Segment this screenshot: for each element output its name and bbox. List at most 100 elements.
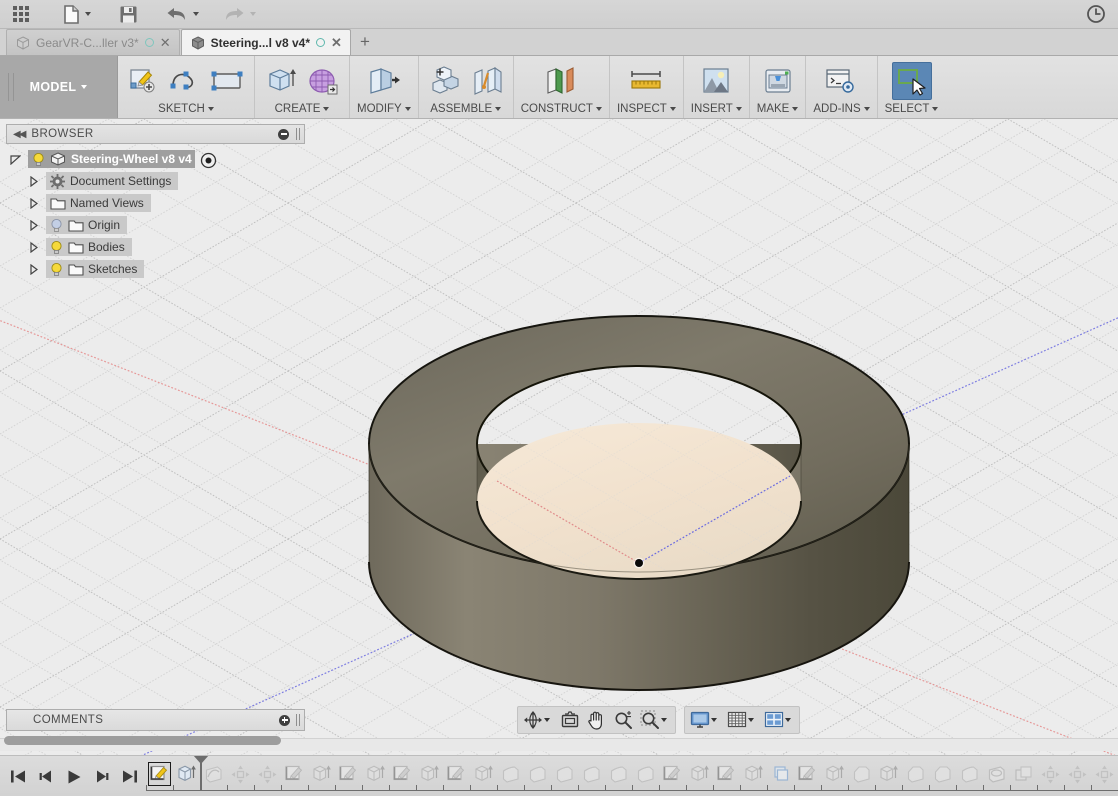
orbit-button[interactable] bbox=[520, 708, 556, 732]
grip-icon[interactable] bbox=[296, 714, 300, 726]
tree-node-bodies[interactable]: Bodies bbox=[24, 236, 305, 258]
timeline-feature-4[interactable] bbox=[254, 760, 281, 788]
timeline-feature-27[interactable] bbox=[875, 760, 902, 788]
timeline-feature-16[interactable] bbox=[578, 760, 605, 788]
collapse-left-icon[interactable]: ◀◀ bbox=[13, 129, 26, 140]
timeline-feature-28[interactable] bbox=[902, 760, 929, 788]
workspace-switcher[interactable]: MODEL bbox=[0, 56, 118, 118]
timeline-feature-5[interactable] bbox=[281, 760, 308, 788]
ribbon-panel-title-assemble[interactable]: ASSEMBLE bbox=[430, 103, 502, 118]
scripts-and-addins-button[interactable] bbox=[822, 63, 860, 99]
save-button[interactable] bbox=[114, 1, 143, 27]
minus-circle-icon[interactable] bbox=[278, 128, 289, 140]
display-settings-button[interactable] bbox=[687, 708, 723, 732]
tree-node-named-views[interactable]: Named Views bbox=[24, 192, 305, 214]
ribbon-panel-title-create[interactable]: CREATE bbox=[275, 103, 330, 118]
go-to-end-button[interactable] bbox=[122, 769, 138, 784]
chevron-down-icon[interactable] bbox=[785, 718, 791, 722]
press-pull-button[interactable] bbox=[365, 63, 403, 99]
sketch-spline-button[interactable] bbox=[167, 63, 205, 99]
ribbon-panel-title-sketch[interactable]: SKETCH bbox=[158, 103, 214, 118]
triangle-right-icon[interactable] bbox=[24, 219, 42, 231]
sync-circle-icon[interactable] bbox=[144, 38, 154, 47]
timeline-feature-8[interactable] bbox=[362, 760, 389, 788]
canvas-viewport[interactable]: ◀◀ BROWSER Steering-Wheel v8 v4 Document… bbox=[0, 119, 1118, 755]
close-icon[interactable]: ✕ bbox=[160, 36, 171, 49]
tree-node-root[interactable]: Steering-Wheel v8 v4 bbox=[6, 148, 305, 170]
zoom-window-button[interactable] bbox=[637, 708, 673, 732]
chevron-down-icon[interactable] bbox=[544, 718, 550, 722]
timeline-feature-9[interactable] bbox=[389, 760, 416, 788]
timeline-feature-3[interactable] bbox=[227, 760, 254, 788]
timeline-feature-23[interactable] bbox=[767, 760, 794, 788]
create-sketch-button[interactable] bbox=[125, 63, 163, 99]
offset-plane-button[interactable] bbox=[542, 63, 580, 99]
timeline-feature-33[interactable] bbox=[1037, 760, 1064, 788]
new-file-button[interactable] bbox=[58, 1, 96, 27]
triangle-right-icon[interactable] bbox=[24, 241, 42, 253]
lightbulb-off-icon[interactable] bbox=[50, 218, 63, 233]
timeline-feature-17[interactable] bbox=[605, 760, 632, 788]
comments-panel[interactable]: COMMENTS bbox=[6, 709, 305, 731]
timeline-feature-1[interactable] bbox=[173, 760, 200, 788]
plus-circle-icon[interactable] bbox=[279, 714, 290, 726]
measure-button[interactable] bbox=[627, 63, 665, 99]
timeline-feature-34[interactable] bbox=[1064, 760, 1091, 788]
target-icon[interactable] bbox=[200, 152, 216, 168]
grip-icon[interactable] bbox=[296, 128, 300, 140]
ribbon-panel-title-modify[interactable]: MODIFY bbox=[357, 103, 411, 118]
timeline-feature-19[interactable] bbox=[659, 760, 686, 788]
insert-canvas-button[interactable] bbox=[697, 63, 735, 99]
timeline-feature-25[interactable] bbox=[821, 760, 848, 788]
horizontal-scrollbar-thumb[interactable] bbox=[4, 736, 281, 745]
zoom-button[interactable] bbox=[610, 708, 636, 732]
tree-node-document-settings[interactable]: Document Settings bbox=[24, 170, 305, 192]
timeline-feature-12[interactable] bbox=[470, 760, 497, 788]
grid-and-snaps-button[interactable] bbox=[724, 708, 760, 732]
app-grid-button[interactable] bbox=[8, 1, 34, 27]
ribbon-panel-title-inspect[interactable]: INSPECT bbox=[617, 103, 676, 118]
horizontal-scrollbar-track[interactable] bbox=[0, 736, 1118, 751]
lightbulb-on-icon[interactable] bbox=[32, 152, 45, 167]
chevron-down-icon[interactable] bbox=[661, 718, 667, 722]
play-button[interactable] bbox=[66, 769, 82, 785]
create-form-button[interactable] bbox=[304, 63, 342, 99]
new-component-button[interactable] bbox=[426, 63, 464, 99]
timeline-track[interactable] bbox=[146, 756, 1118, 796]
select-tool-button[interactable] bbox=[891, 62, 932, 100]
tree-node-sketches[interactable]: Sketches bbox=[24, 258, 305, 280]
new-tab-button[interactable]: + bbox=[352, 29, 378, 55]
timeline-feature-26[interactable] bbox=[848, 760, 875, 788]
step-forward-button[interactable] bbox=[94, 769, 110, 784]
ribbon-panel-title-construct[interactable]: CONSTRUCT bbox=[521, 103, 602, 118]
timeline-feature-20[interactable] bbox=[686, 760, 713, 788]
go-to-beginning-button[interactable] bbox=[10, 769, 26, 784]
look-at-button[interactable] bbox=[557, 708, 583, 732]
extrude-button[interactable] bbox=[262, 63, 300, 99]
timeline-feature-35[interactable] bbox=[1091, 760, 1118, 788]
chevron-down-icon[interactable] bbox=[711, 718, 717, 722]
ribbon-panel-title-select[interactable]: SELECT bbox=[885, 103, 939, 118]
timeline-feature-11[interactable] bbox=[443, 760, 470, 788]
timeline-feature-31[interactable] bbox=[983, 760, 1010, 788]
tree-node-origin[interactable]: Origin bbox=[24, 214, 305, 236]
triangle-right-icon[interactable] bbox=[24, 175, 42, 187]
redo-button[interactable] bbox=[218, 1, 261, 27]
timeline-feature-21[interactable] bbox=[713, 760, 740, 788]
sketch-rectangle-button[interactable] bbox=[209, 63, 247, 99]
timeline-feature-10[interactable] bbox=[416, 760, 443, 788]
lightbulb-on-icon[interactable] bbox=[50, 262, 63, 277]
sync-circle-icon[interactable] bbox=[316, 38, 325, 47]
timeline-feature-24[interactable] bbox=[794, 760, 821, 788]
undo-button[interactable] bbox=[161, 1, 204, 27]
timeline-feature-32[interactable] bbox=[1010, 760, 1037, 788]
timeline-feature-30[interactable] bbox=[956, 760, 983, 788]
close-icon[interactable]: ✕ bbox=[331, 36, 342, 49]
history-clock-button[interactable] bbox=[1086, 4, 1106, 24]
triangle-right-icon[interactable] bbox=[24, 197, 42, 209]
triangle-down-icon[interactable] bbox=[6, 154, 24, 165]
step-back-button[interactable] bbox=[38, 769, 54, 784]
triangle-right-icon[interactable] bbox=[24, 263, 42, 275]
timeline-feature-13[interactable] bbox=[497, 760, 524, 788]
timeline-feature-29[interactable] bbox=[929, 760, 956, 788]
